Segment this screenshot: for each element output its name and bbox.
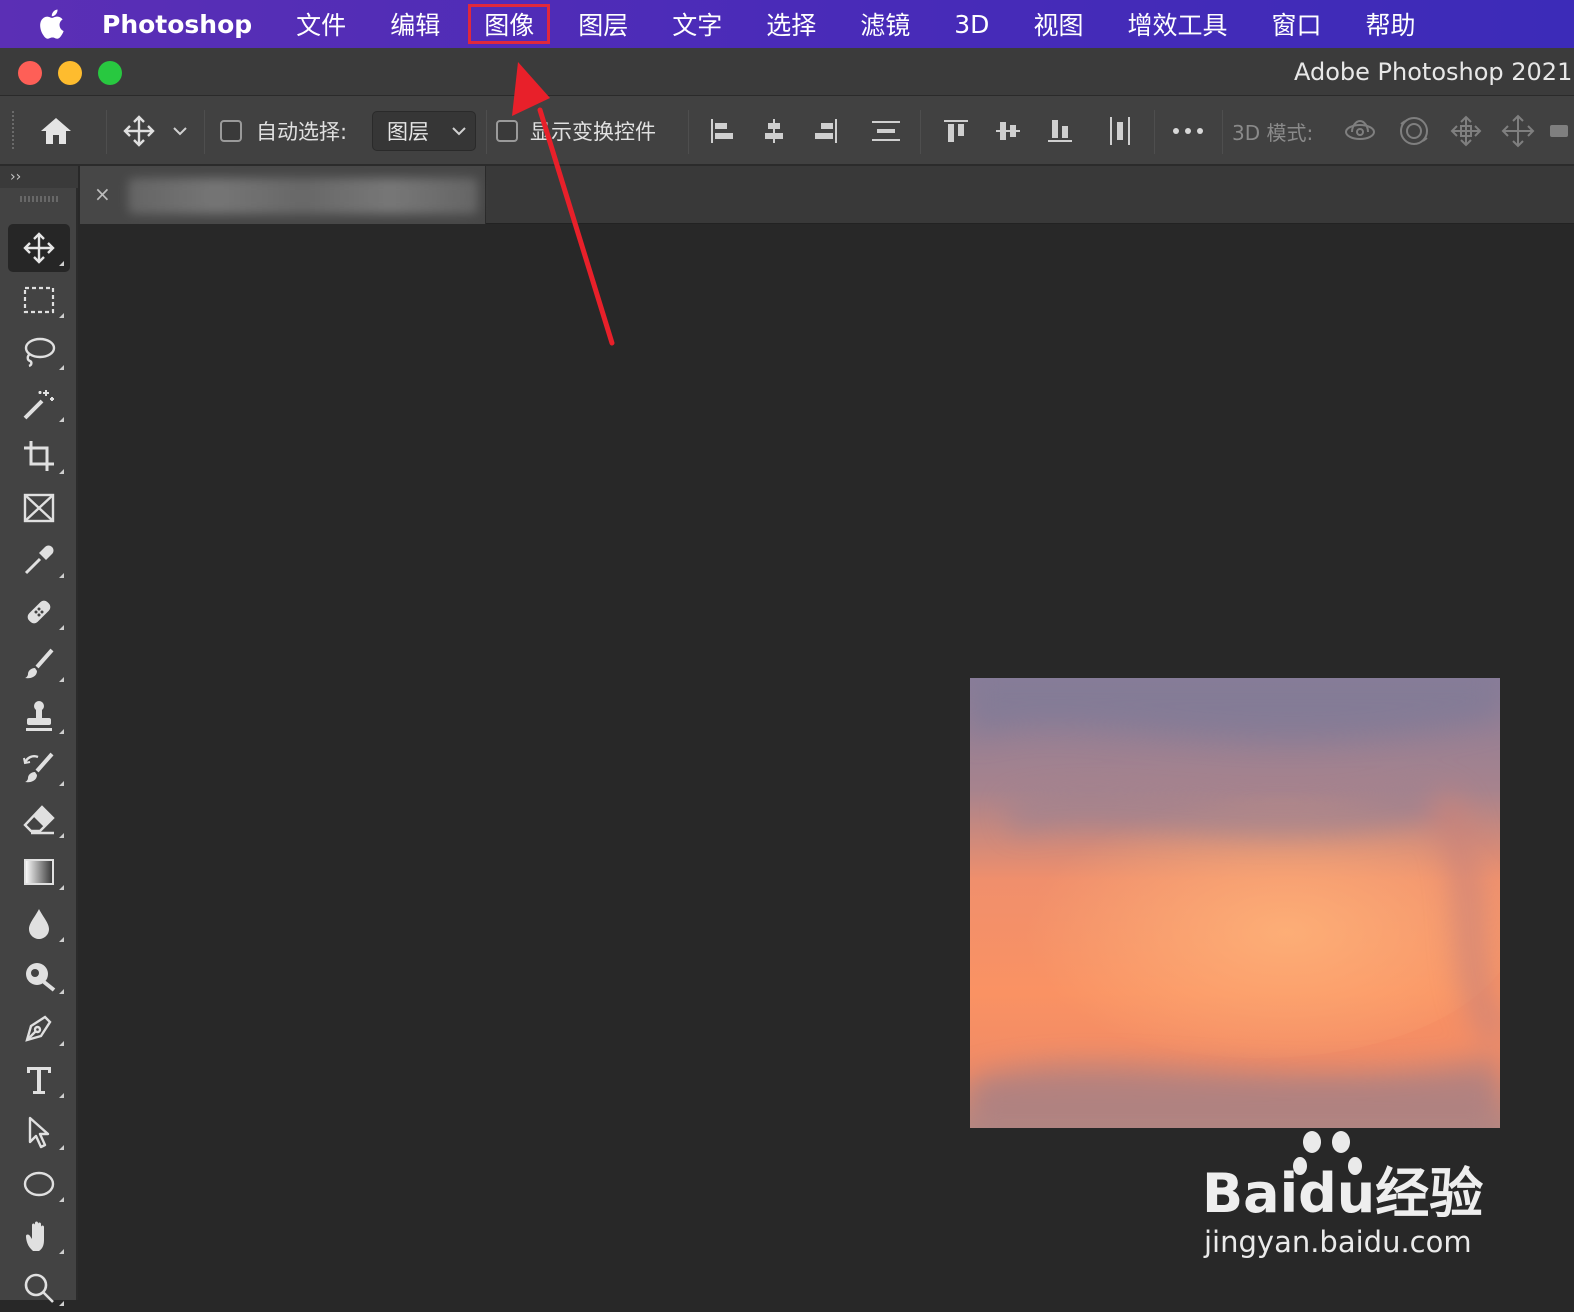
align-vertical-centers-icon[interactable] [988, 96, 1028, 166]
distribute-horizontal-icon[interactable] [1100, 96, 1140, 166]
auto-select-checkbox[interactable] [216, 96, 246, 166]
baidu-jingyan-watermark: Baidu经验 jingyan.baidu.com [1200, 1130, 1500, 1270]
crop-tool-icon[interactable] [8, 432, 70, 480]
window-title-bar: Adobe Photoshop 2021 [0, 48, 1574, 96]
menu-edit[interactable]: 编辑 [368, 4, 462, 44]
menu-app-name[interactable]: Photoshop [102, 4, 274, 44]
document-tab-bar: × [80, 166, 1574, 224]
lasso-tool-icon[interactable] [8, 328, 70, 376]
brush-tool-icon[interactable] [8, 640, 70, 688]
document-tab-title-redacted [128, 178, 478, 214]
pen-tool-icon[interactable] [8, 1004, 70, 1052]
type-tool-icon[interactable] [8, 1056, 70, 1104]
zoom-tool-icon[interactable] [8, 1264, 70, 1312]
options-bar-grip[interactable] [10, 96, 18, 166]
watermark-url: jingyan.baidu.com [1203, 1225, 1472, 1259]
auto-select-target-value: 图层 [387, 120, 429, 144]
divider [920, 110, 921, 154]
menu-plugins[interactable]: 增效工具 [1105, 4, 1249, 44]
window-minimize-button[interactable] [58, 61, 82, 85]
close-icon[interactable]: × [94, 182, 114, 206]
frame-tool-icon[interactable] [8, 484, 70, 532]
chevron-down-icon [451, 120, 467, 145]
clone-stamp-tool-icon[interactable] [8, 692, 70, 740]
align-top-edges-icon[interactable] [936, 96, 976, 166]
spot-healing-brush-tool-icon[interactable] [8, 588, 70, 636]
menu-3d[interactable]: 3D [932, 4, 1011, 44]
divider [1222, 110, 1223, 154]
menu-type[interactable]: 文字 [650, 4, 744, 44]
document-image-sunset-sky[interactable] [970, 678, 1500, 1128]
show-transform-label: 显示变换控件 [530, 120, 656, 144]
hand-tool-icon[interactable] [8, 1212, 70, 1260]
3d-slide-icon[interactable] [1496, 96, 1540, 166]
divider [688, 110, 689, 154]
chevron-down-icon[interactable] [168, 96, 192, 166]
auto-select-target-dropdown[interactable]: 图层 [372, 111, 476, 151]
home-icon[interactable] [28, 96, 84, 166]
watermark-brand: Baidu经验 [1202, 1162, 1483, 1225]
rectangular-marquee-tool-icon[interactable] [8, 276, 70, 324]
history-brush-tool-icon[interactable] [8, 744, 70, 792]
options-bar: 自动选择: 图层 显示变换控件 3D 模式: [0, 96, 1574, 166]
blur-tool-icon[interactable] [8, 900, 70, 948]
menu-select[interactable]: 选择 [744, 4, 838, 44]
3d-drag-icon[interactable] [1444, 96, 1488, 166]
divider [486, 110, 487, 154]
menu-file[interactable]: 文件 [274, 4, 368, 44]
toolbar-collapse-toggle[interactable]: ›› [0, 166, 78, 188]
3d-scale-icon[interactable] [1548, 96, 1574, 166]
window-close-button[interactable] [18, 61, 42, 85]
menu-layer[interactable]: 图层 [556, 4, 650, 44]
eyedropper-tool-icon[interactable] [8, 536, 70, 584]
menu-image[interactable]: 图像 [468, 4, 551, 44]
more-options-icon[interactable] [1166, 96, 1210, 166]
3d-mode-label: 3D 模式: [1232, 120, 1314, 145]
tools-panel [0, 188, 78, 1306]
menu-help[interactable]: 帮助 [1343, 4, 1437, 44]
align-left-edges-icon[interactable] [702, 96, 742, 166]
divider [106, 110, 107, 154]
gradient-tool-icon[interactable] [8, 848, 70, 896]
divider [1154, 110, 1155, 154]
move-tool-icon[interactable] [8, 224, 70, 272]
eraser-tool-icon[interactable] [8, 796, 70, 844]
move-tool-preset-icon[interactable] [116, 96, 162, 166]
document-tab[interactable]: × [80, 166, 486, 224]
align-bottom-edges-icon[interactable] [1040, 96, 1080, 166]
dodge-tool-icon[interactable] [8, 952, 70, 1000]
window-title: Adobe Photoshop 2021 [1294, 58, 1573, 86]
menu-window[interactable]: 窗口 [1249, 4, 1343, 44]
toolbar-grip[interactable] [20, 196, 58, 202]
menu-bar: Photoshop 文件 编辑 图像 图层 文字 选择 滤镜 3D 视图 增效工… [0, 0, 1574, 48]
distribute-vertical-icon[interactable] [864, 96, 908, 166]
align-horizontal-centers-icon[interactable] [754, 96, 794, 166]
menu-view[interactable]: 视图 [1011, 4, 1105, 44]
divider [204, 110, 205, 154]
menu-filter[interactable]: 滤镜 [838, 4, 932, 44]
window-zoom-button[interactable] [98, 61, 122, 85]
auto-select-label: 自动选择: [256, 120, 348, 144]
show-transform-checkbox[interactable] [492, 96, 522, 166]
3d-orbit-icon[interactable] [1338, 96, 1382, 166]
path-selection-tool-icon[interactable] [8, 1108, 70, 1156]
apple-icon[interactable] [38, 8, 68, 40]
align-right-edges-icon[interactable] [806, 96, 846, 166]
3d-roll-icon[interactable] [1392, 96, 1436, 166]
magic-wand-tool-icon[interactable] [8, 380, 70, 428]
ellipse-tool-icon[interactable] [8, 1160, 70, 1208]
